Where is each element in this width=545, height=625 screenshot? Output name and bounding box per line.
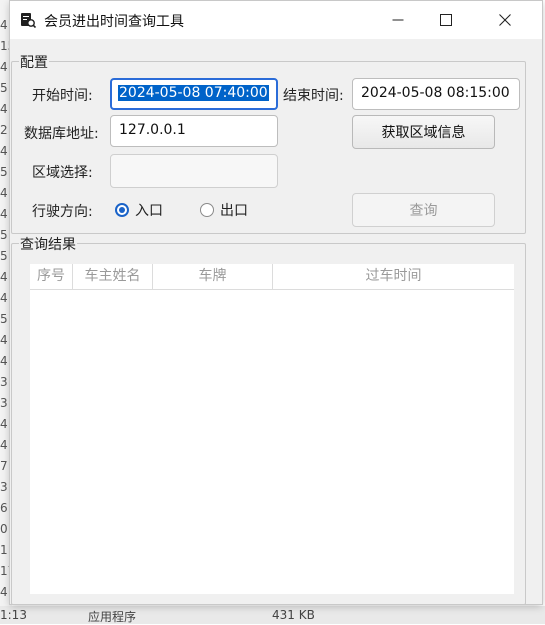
direction-label: 行驶方向:: [32, 204, 93, 220]
results-table[interactable]: 序号 车主姓名 车牌 过车时间: [30, 264, 514, 594]
close-icon: [499, 14, 511, 26]
background-file-size: 431 KB: [272, 608, 315, 622]
column-header-owner[interactable]: 车主姓名: [73, 264, 153, 289]
start-time-label: 开始时间:: [32, 88, 93, 104]
background-status-row: 1:13 应用程序 431 KB: [0, 606, 545, 624]
background-text: 1: [0, 543, 8, 557]
window-title: 会员进出时间查询工具: [44, 14, 184, 30]
minimize-button[interactable]: [375, 1, 421, 39]
table-header: 序号 车主姓名 车牌 过车时间: [30, 264, 514, 290]
column-header-index[interactable]: 序号: [30, 264, 73, 289]
minimize-icon: [392, 19, 404, 21]
maximize-button[interactable]: [423, 1, 469, 39]
direction-radio-entry[interactable]: 入口: [115, 200, 163, 220]
radio-checked-icon: [115, 203, 129, 217]
column-header-pass-time[interactable]: 过车时间: [273, 264, 514, 289]
config-group-label: 配置: [19, 52, 49, 72]
direction-radio-exit[interactable]: 出口: [200, 200, 248, 220]
end-time-input[interactable]: 2024-05-08 08:15:00: [352, 78, 520, 110]
background-time: 1:13: [0, 608, 27, 622]
start-time-value: 2024-05-08 07:40:00: [118, 85, 269, 101]
results-group-label: 查询结果: [19, 234, 77, 254]
area-label: 区域选择:: [32, 165, 93, 181]
direction-exit-label: 出口: [220, 203, 248, 219]
main-window: 会员进出时间查询工具 配置 开始时间: 2024-05-08 07:40:00 …: [10, 1, 542, 605]
close-button[interactable]: [482, 1, 528, 39]
start-time-input[interactable]: 2024-05-08 07:40:00: [110, 78, 278, 110]
end-time-label: 结束时间:: [283, 88, 344, 104]
radio-unchecked-icon: [200, 203, 214, 217]
db-address-input[interactable]: 127.0.0.1: [110, 115, 278, 147]
query-button[interactable]: 查询: [352, 193, 495, 227]
maximize-icon: [440, 14, 452, 26]
title-bar[interactable]: 会员进出时间查询工具: [10, 1, 542, 39]
background-text: 7: [0, 459, 8, 473]
direction-entry-label: 入口: [135, 203, 163, 219]
column-header-plate[interactable]: 车牌: [153, 264, 273, 289]
area-select[interactable]: [110, 154, 278, 188]
background-file-type: 应用程序: [88, 610, 137, 624]
fetch-area-button[interactable]: 获取区域信息: [352, 115, 495, 149]
db-address-label: 数据库地址:: [24, 126, 99, 142]
app-search-icon: [21, 13, 36, 28]
